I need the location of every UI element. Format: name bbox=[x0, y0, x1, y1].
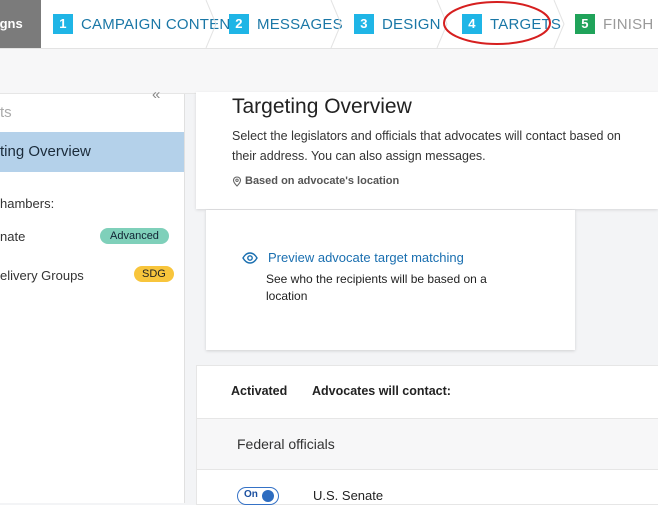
sidebar-item-label: ting Overview bbox=[0, 143, 91, 160]
highlight-circle-icon bbox=[443, 1, 551, 45]
toggle-knob bbox=[262, 490, 274, 502]
campaigns-breadcrumb[interactable]: igns bbox=[0, 0, 41, 48]
location-text: Based on advocate's location bbox=[245, 175, 400, 187]
eye-icon bbox=[242, 251, 258, 264]
sidebar-subheading: hambers: bbox=[0, 196, 55, 211]
sidebar-heading: ts bbox=[0, 104, 12, 121]
group-label: Federal officials bbox=[237, 436, 335, 452]
sidebar: ts « ting Overview hambers: nate Advance… bbox=[0, 86, 185, 503]
preview-link-label: Preview advocate target matching bbox=[268, 250, 464, 265]
step-label: FINISH bbox=[603, 15, 654, 33]
preview-target-matching-link[interactable]: Preview advocate target matching bbox=[242, 250, 464, 265]
toggle-label: On bbox=[244, 489, 258, 500]
step-label: DESIGN bbox=[382, 15, 441, 33]
targeting-overview-card: Targeting Overview Select the legislator… bbox=[196, 92, 658, 209]
column-header-contact: Advocates will contact: bbox=[312, 384, 451, 398]
overview-description: Select the legislators and officials tha… bbox=[232, 129, 621, 163]
location-pin-icon bbox=[232, 175, 242, 187]
column-header-activated: Activated bbox=[231, 384, 288, 398]
target-name: U.S. Senate bbox=[313, 488, 384, 503]
sidebar-item-targeting-overview[interactable]: ting Overview bbox=[0, 132, 184, 172]
step-number: 3 bbox=[354, 14, 374, 34]
sidebar-item-delivery-groups[interactable]: elivery Groups bbox=[0, 268, 84, 283]
toolbar bbox=[0, 49, 658, 94]
sdg-badge: SDG bbox=[134, 266, 174, 282]
advanced-badge: Advanced bbox=[100, 228, 169, 244]
step-number: 2 bbox=[229, 14, 249, 34]
step-design[interactable]: 3 DESIGN bbox=[354, 0, 441, 48]
location-note: Based on advocate's location bbox=[232, 175, 399, 187]
preview-card: Preview advocate target matching See who… bbox=[206, 210, 575, 350]
group-federal-officials: Federal officials bbox=[197, 418, 658, 470]
step-separator-icon bbox=[330, 0, 342, 48]
sidebar-item-senate[interactable]: nate bbox=[0, 229, 25, 244]
preview-subtext: See who the recipients will be based on … bbox=[266, 272, 487, 303]
step-number: 5 bbox=[575, 14, 595, 34]
senate-toggle[interactable]: On bbox=[237, 487, 279, 505]
step-separator-icon bbox=[553, 0, 565, 48]
collapse-sidebar-icon[interactable]: « bbox=[152, 86, 160, 103]
step-separator-icon bbox=[205, 0, 217, 48]
step-messages[interactable]: 2 MESSAGES bbox=[229, 0, 343, 48]
step-number: 1 bbox=[53, 14, 73, 34]
step-finish[interactable]: 5 FINISH bbox=[575, 0, 653, 48]
targets-table: Activated Advocates will contact: Federa… bbox=[196, 365, 658, 505]
page-title: Targeting Overview bbox=[232, 95, 412, 118]
wizard-bar: igns 1 CAMPAIGN CONTENT 2 MESSAGES 3 DES… bbox=[0, 0, 658, 49]
